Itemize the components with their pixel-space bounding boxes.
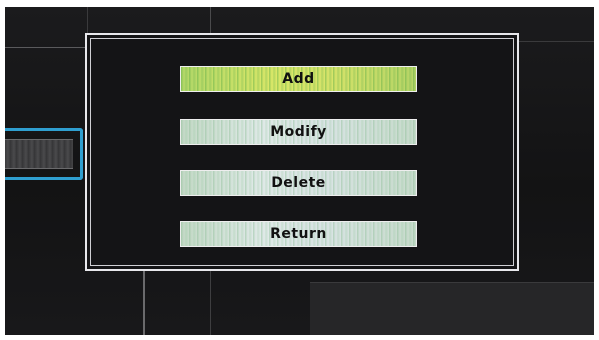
dvr-screen: Add Modify Delete Return [5, 7, 594, 335]
modify-button-label: Modify [270, 124, 327, 140]
background-divider [143, 269, 145, 335]
add-button-label: Add [282, 71, 315, 87]
action-menu-dialog: Add Modify Delete Return [85, 33, 519, 271]
background-divider [210, 269, 211, 335]
photo-frame: Add Modify Delete Return [0, 0, 599, 340]
return-button-label: Return [270, 226, 327, 242]
modify-button[interactable]: Modify [180, 119, 417, 145]
delete-button[interactable]: Delete [180, 170, 417, 196]
add-button[interactable]: Add [180, 66, 417, 92]
list-item-field [5, 139, 73, 169]
background-panel [5, 7, 88, 48]
return-button[interactable]: Return [180, 221, 417, 247]
background-divider [210, 7, 211, 35]
background-panel [310, 282, 594, 335]
delete-button-label: Delete [271, 175, 326, 191]
selected-list-item[interactable] [5, 128, 83, 180]
